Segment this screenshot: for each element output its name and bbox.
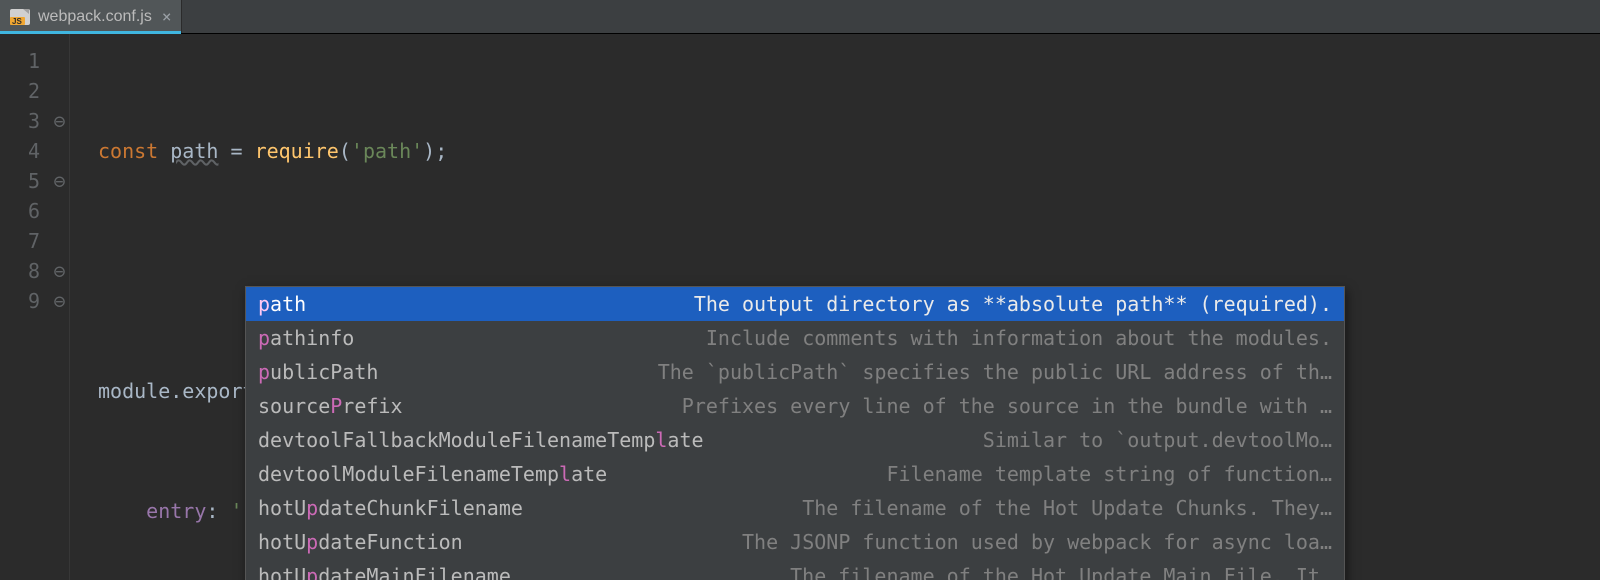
- tab-webpack-conf[interactable]: JS webpack.conf.js ×: [0, 0, 182, 33]
- code-line: [98, 256, 1600, 286]
- completion-item[interactable]: hotUpdateChunkFilename The filename of th…: [246, 491, 1344, 525]
- completion-item[interactable]: sourcePrefix Prefixes every line of the s…: [246, 389, 1344, 423]
- completion-description: The JSONP function used by webpack for a…: [487, 528, 1332, 556]
- tab-bar: JS webpack.conf.js ×: [0, 0, 1600, 34]
- fold-empty: [50, 196, 69, 226]
- tab-label: webpack.conf.js: [38, 8, 152, 26]
- code-line: const path = require('path');: [98, 136, 1600, 166]
- line-number-gutter: 123456789: [0, 34, 50, 580]
- line-number: 8: [0, 256, 40, 286]
- code-editor[interactable]: const path = require('path'); module.exp…: [70, 34, 1600, 580]
- completion-description: The output directory as **absolute path*…: [330, 290, 1332, 318]
- js-file-icon: JS: [8, 7, 32, 27]
- completion-label: sourcePrefix: [258, 392, 403, 420]
- completion-item[interactable]: hotUpdateFunction The JSONP function used…: [246, 525, 1344, 559]
- completion-label: devtoolModuleFilenameTemplate: [258, 460, 607, 488]
- line-number: 2: [0, 76, 40, 106]
- completion-description: The filename of the Hot Update Main File…: [535, 562, 1332, 580]
- completion-description: The `publicPath` specifies the public UR…: [402, 358, 1332, 386]
- completion-item[interactable]: hotUpdateMainFilename The filename of the…: [246, 559, 1344, 580]
- completion-label: devtoolFallbackModuleFilenameTemplate: [258, 426, 704, 454]
- fold-gutter: ⊖⊖⊖⊖: [50, 34, 70, 580]
- svg-text:JS: JS: [12, 17, 22, 26]
- completion-description: Similar to `output.devtoolMo…: [728, 426, 1332, 454]
- completion-item[interactable]: devtoolFallbackModuleFilenameTemplate Sim…: [246, 423, 1344, 457]
- completion-label: hotUpdateFunction: [258, 528, 463, 556]
- completion-description: Filename template string of function…: [631, 460, 1332, 488]
- completion-item[interactable]: devtoolModuleFilenameTemplate Filename te…: [246, 457, 1344, 491]
- completion-item[interactable]: pathinfo Include comments with informatio…: [246, 321, 1344, 355]
- completion-description: Include comments with information about …: [378, 324, 1332, 352]
- completion-description: The filename of the Hot Update Chunks. T…: [547, 494, 1332, 522]
- line-number: 6: [0, 196, 40, 226]
- close-icon[interactable]: ×: [162, 7, 172, 26]
- line-number: 3: [0, 106, 40, 136]
- completion-label: hotUpdateChunkFilename: [258, 494, 523, 522]
- completion-item[interactable]: publicPath The `publicPath` specifies the…: [246, 355, 1344, 389]
- fold-empty: [50, 76, 69, 106]
- line-number: 7: [0, 226, 40, 256]
- line-number: 1: [0, 46, 40, 76]
- fold-toggle-icon[interactable]: ⊖: [50, 166, 69, 196]
- fold-empty: [50, 46, 69, 76]
- completion-label: hotUpdateMainFilename: [258, 562, 511, 580]
- completion-popup[interactable]: path The output directory as **absolute p…: [245, 286, 1345, 580]
- completion-item[interactable]: path The output directory as **absolute p…: [246, 287, 1344, 321]
- fold-empty: [50, 136, 69, 166]
- fold-empty: [50, 226, 69, 256]
- line-number: 4: [0, 136, 40, 166]
- fold-toggle-icon[interactable]: ⊖: [50, 106, 69, 136]
- completion-description: Prefixes every line of the source in the…: [427, 392, 1332, 420]
- completion-label: path: [258, 290, 306, 318]
- editor-area: 123456789 ⊖⊖⊖⊖ const path = require('pat…: [0, 34, 1600, 580]
- line-number: 9: [0, 286, 40, 316]
- fold-toggle-icon[interactable]: ⊖: [50, 256, 69, 286]
- completion-label: pathinfo: [258, 324, 354, 352]
- line-number: 5: [0, 166, 40, 196]
- completion-label: publicPath: [258, 358, 378, 386]
- fold-toggle-icon[interactable]: ⊖: [50, 286, 69, 316]
